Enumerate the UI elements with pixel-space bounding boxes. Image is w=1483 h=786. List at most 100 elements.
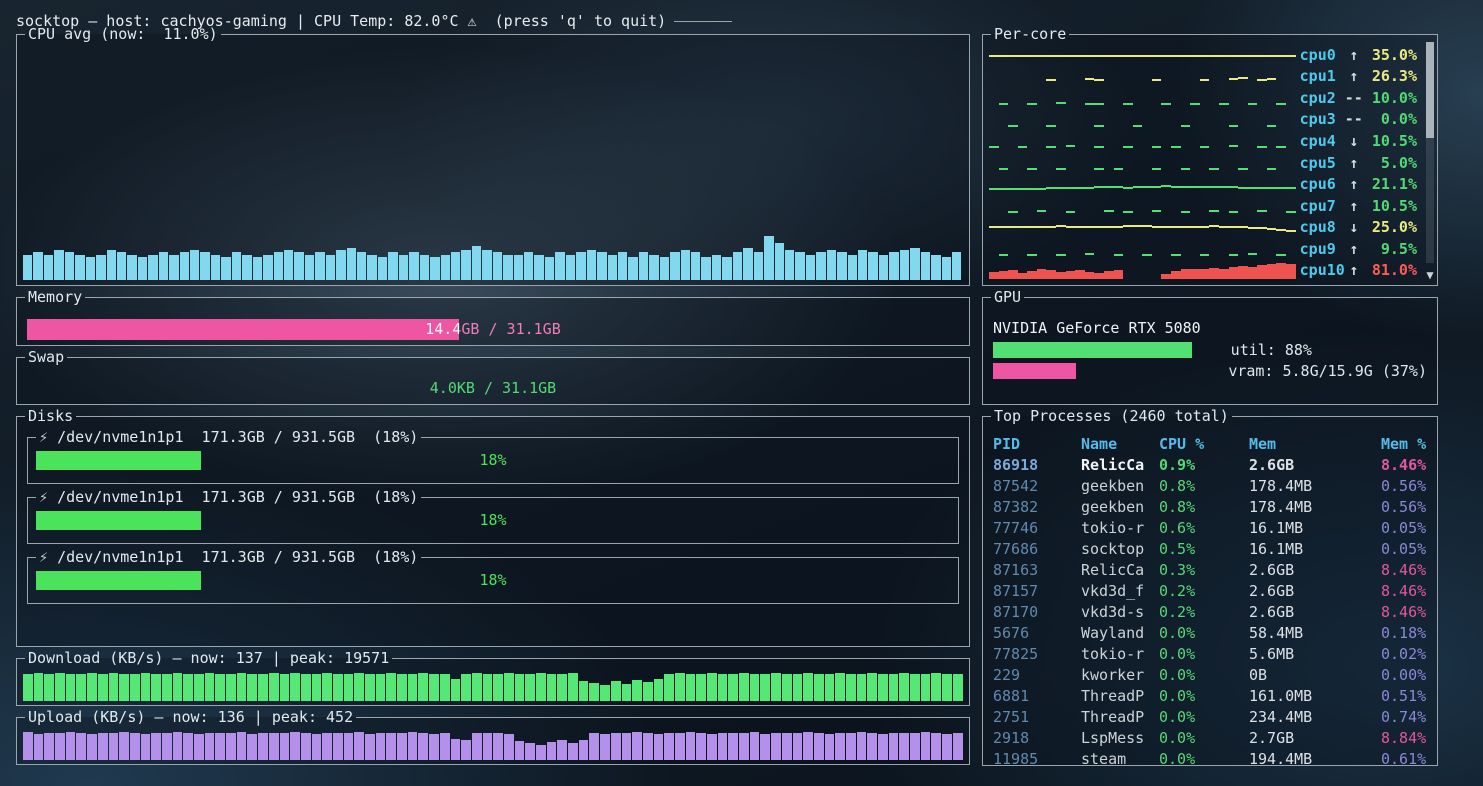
chart-bar bbox=[504, 734, 514, 760]
process-mem-percent: 0.56% bbox=[1381, 497, 1427, 518]
chart-bar bbox=[867, 673, 877, 701]
chart-bar bbox=[600, 685, 610, 701]
core-row: cpu9↑9.5% bbox=[989, 238, 1417, 260]
core-name: cpu8 bbox=[1300, 218, 1345, 236]
chart-bar bbox=[639, 252, 648, 280]
gpu-panel: GPU NVIDIA GeForce RTX 5080 util: 88% vr… bbox=[982, 297, 1438, 405]
chart-bar bbox=[931, 733, 941, 760]
chart-bar bbox=[785, 250, 794, 280]
chart-bar bbox=[180, 252, 189, 280]
memory-panel: Memory 14.4GB / 31.1GB 14.4GB / 31.1GB bbox=[16, 297, 970, 346]
process-row[interactable]: 2918LspMess0.0%2.7GB8.84% bbox=[993, 728, 1427, 749]
chart-bar bbox=[889, 252, 898, 280]
process-pid: 87382 bbox=[993, 497, 1081, 518]
process-cpu: 0.0% bbox=[1159, 749, 1249, 770]
chart-bar bbox=[814, 674, 824, 701]
chart-bar bbox=[420, 255, 429, 280]
chart-bar bbox=[408, 732, 418, 760]
process-row[interactable]: 87157vkd3d_f0.2%2.6GB8.46% bbox=[993, 581, 1427, 602]
gpu-name: NVIDIA GeForce RTX 5080 bbox=[993, 319, 1427, 337]
process-pid: 87170 bbox=[993, 602, 1081, 623]
process-row[interactable]: 87542geekben0.8%178.4MB0.56% bbox=[993, 476, 1427, 497]
process-row[interactable]: 77746tokio-r0.6%16.1MB0.05% bbox=[993, 518, 1427, 539]
core-label: cpu0↑35.0% bbox=[1300, 46, 1417, 64]
chart-bar bbox=[846, 733, 856, 760]
chart-bar bbox=[910, 733, 920, 760]
core-label: cpu8↓25.0% bbox=[1300, 218, 1417, 236]
chart-bar bbox=[117, 252, 126, 280]
chart-bar bbox=[555, 252, 564, 280]
process-mem-percent: 0.05% bbox=[1381, 539, 1427, 560]
process-row[interactable]: 87163RelicCa0.3%2.6GB8.46% bbox=[993, 560, 1427, 581]
scrollbar-thumb[interactable] bbox=[1426, 42, 1434, 138]
disk-icon: ⚡ bbox=[39, 428, 48, 446]
process-row[interactable]: 2751ThreadP0.0%234.4MB0.74% bbox=[993, 707, 1427, 728]
chart-bar bbox=[795, 252, 804, 280]
core-name: cpu10 bbox=[1300, 261, 1345, 279]
process-row[interactable]: 6881ThreadP0.0%161.0MB0.51% bbox=[993, 686, 1427, 707]
core-label: cpu7↑10.5% bbox=[1300, 197, 1417, 215]
chart-bar bbox=[846, 674, 856, 701]
chart-bar bbox=[242, 255, 251, 280]
core-name: cpu4 bbox=[1300, 132, 1345, 150]
disk-panel: ⚡ /dev/nvme1n1p1 171.3GB / 931.5GB (18%)… bbox=[27, 437, 959, 484]
chart-bar bbox=[87, 673, 97, 701]
chart-bar bbox=[344, 733, 354, 760]
col-header-pid: PID bbox=[993, 434, 1081, 455]
chart-bar bbox=[312, 674, 322, 701]
chart-bar bbox=[503, 255, 512, 280]
per-core-title: Per-core bbox=[991, 25, 1069, 43]
chart-bar bbox=[183, 674, 193, 701]
chart-bar bbox=[76, 733, 86, 760]
core-sparkline bbox=[989, 111, 1296, 129]
process-name: Wayland bbox=[1081, 623, 1159, 644]
process-row[interactable]: 86918RelicCa0.9%2.6GB8.46% bbox=[993, 455, 1427, 476]
chart-bar bbox=[397, 733, 407, 760]
chart-bar bbox=[686, 674, 696, 701]
disk-usage-bar: 18% bbox=[36, 511, 950, 530]
process-cpu: 0.0% bbox=[1159, 707, 1249, 728]
chart-bar bbox=[686, 732, 696, 760]
process-name: ThreadP bbox=[1081, 707, 1159, 728]
chart-bar bbox=[835, 673, 845, 701]
chart-bar bbox=[534, 255, 543, 280]
process-row[interactable]: 77686socktop0.5%16.1MB0.05% bbox=[993, 539, 1427, 560]
chart-bar bbox=[643, 682, 653, 701]
chart-bar bbox=[793, 674, 803, 701]
process-row[interactable]: 87382geekben0.8%178.4MB0.56% bbox=[993, 497, 1427, 518]
chart-bar bbox=[524, 252, 533, 280]
chart-bar bbox=[75, 255, 84, 280]
process-row[interactable]: 87170vkd3d-s0.2%2.6GB8.46% bbox=[993, 602, 1427, 623]
per-core-scrollbar[interactable] bbox=[1426, 42, 1434, 263]
chart-bar bbox=[754, 252, 763, 280]
chart-bar bbox=[545, 257, 554, 280]
chart-bar bbox=[441, 255, 450, 280]
process-row[interactable]: 5676Wayland0.0%58.4MB0.18% bbox=[993, 623, 1427, 644]
process-mem-percent: 0.00% bbox=[1381, 665, 1427, 686]
chart-bar bbox=[493, 733, 503, 760]
core-row: cpu2--10.0% bbox=[989, 87, 1417, 109]
chart-bar bbox=[76, 674, 86, 701]
chart-bar bbox=[576, 252, 585, 280]
process-row[interactable]: 11985steam0.0%194.4MB0.61% bbox=[993, 749, 1427, 770]
chart-bar bbox=[232, 252, 241, 280]
chart-bar bbox=[376, 733, 386, 760]
process-name: ThreadP bbox=[1081, 686, 1159, 707]
core-row: cpu4↓10.5% bbox=[989, 130, 1417, 152]
chart-bar bbox=[611, 681, 621, 701]
chart-bar bbox=[597, 252, 606, 280]
chart-bar bbox=[429, 674, 439, 701]
core-percent: 35.0% bbox=[1363, 46, 1417, 64]
chart-bar bbox=[418, 673, 428, 701]
chart-bar bbox=[878, 734, 888, 760]
chart-bar bbox=[921, 674, 931, 701]
process-row[interactable]: 77825tokio-r0.0%5.6MB0.02% bbox=[993, 644, 1427, 665]
process-table: PID Name CPU % Mem Mem % 86918RelicCa0.9… bbox=[993, 434, 1427, 770]
process-mem-percent: 8.84% bbox=[1381, 728, 1427, 749]
disks-panel-header: Disks bbox=[17, 407, 969, 425]
process-row[interactable]: 229kworker0.0%0B0.00% bbox=[993, 665, 1427, 686]
gpu-title: GPU bbox=[991, 288, 1024, 306]
chart-bar bbox=[889, 674, 899, 701]
chart-bar bbox=[728, 733, 738, 760]
scrollbar-down-icon[interactable]: ▼ bbox=[1424, 269, 1436, 282]
